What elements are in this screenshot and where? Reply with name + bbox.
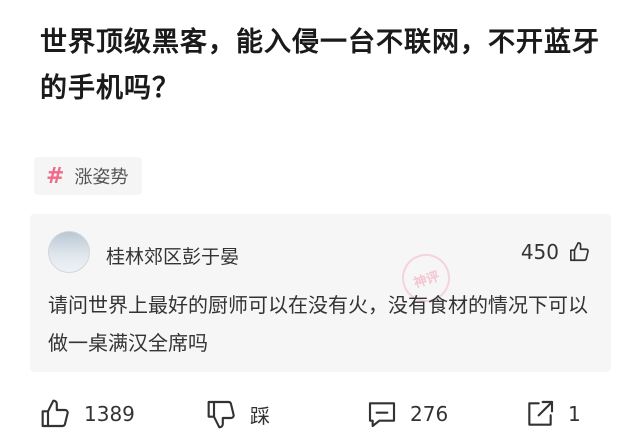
comment-like-count: 450 xyxy=(520,240,559,264)
like-button[interactable]: 1389 xyxy=(40,398,135,430)
topic-tag[interactable]: # 涨姿势 xyxy=(34,157,143,195)
comment-username[interactable]: 桂林郊区彭于晏 xyxy=(106,242,239,269)
share-button[interactable]: 1 xyxy=(524,398,581,430)
dislike-button[interactable]: 踩 xyxy=(206,398,270,430)
thumbs-up-icon xyxy=(570,242,589,262)
avatar[interactable] xyxy=(48,231,90,273)
topic-tag-label: 涨姿势 xyxy=(74,167,129,188)
thumbs-up-icon xyxy=(41,399,69,428)
hash-icon: # xyxy=(46,163,65,189)
thumbs-down-icon xyxy=(207,400,235,429)
like-count: 1389 xyxy=(84,402,135,426)
action-bar: 1389 踩 276 1 xyxy=(0,392,640,444)
top-comment-card[interactable]: 桂林郊区彭于晏 神评 450 请问世界上最好的厨师可以在没有火，没有食材的情况下… xyxy=(30,214,611,372)
comment-count: 276 xyxy=(410,402,449,426)
comment-like-button[interactable]: 450 xyxy=(521,240,591,264)
post-page: 世界顶级黑客，能入侵一台不联网，不开蓝牙的手机吗？ # 涨姿势 桂林郊区彭于晏 … xyxy=(0,0,640,448)
post-title[interactable]: 世界顶级黑客，能入侵一台不联网，不开蓝牙的手机吗？ xyxy=(40,20,620,112)
comment-text: 请问世界上最好的厨师可以在没有火，没有食材的情况下可以做一桌满汉全席吗 xyxy=(48,293,588,355)
share-count: 1 xyxy=(568,402,581,426)
dislike-label: 踩 xyxy=(250,403,270,428)
comment-icon xyxy=(368,402,396,428)
share-icon xyxy=(528,400,554,426)
comment-button[interactable]: 276 xyxy=(366,398,448,430)
